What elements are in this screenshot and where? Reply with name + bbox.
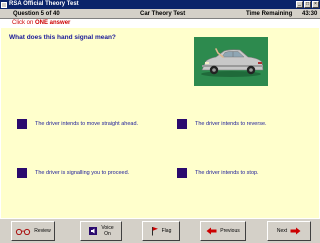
answer-checkbox[interactable] bbox=[177, 119, 187, 129]
answer-option-1[interactable]: The driver intends to move straight ahea… bbox=[17, 119, 138, 129]
flag-label: Flag bbox=[161, 228, 172, 234]
glasses-icon bbox=[15, 228, 31, 235]
voice-label-line2: On bbox=[104, 231, 111, 237]
bottom-toolbar: Review Voice On Flag Previous Next bbox=[0, 218, 320, 243]
question-panel: What does this hand signal mean? The dri… bbox=[1, 28, 319, 218]
answer-option-3[interactable]: The driver is signalling you to proceed. bbox=[17, 168, 129, 178]
voice-on-button[interactable]: Voice On bbox=[80, 221, 122, 241]
answer-option-4[interactable]: The driver intends to stop. bbox=[177, 168, 259, 178]
time-remaining-value: 43:30 bbox=[302, 11, 318, 17]
instruction: Click on ONE answer bbox=[12, 20, 70, 26]
answer-text: The driver intends to reverse. bbox=[195, 121, 267, 127]
instruction-prefix: Click on bbox=[12, 20, 36, 26]
speaker-icon bbox=[88, 226, 98, 236]
title-bar: RSA Official Theory Test _ □ × bbox=[0, 0, 320, 9]
answer-checkbox[interactable] bbox=[17, 119, 27, 129]
window-controls: _ □ × bbox=[296, 1, 319, 8]
answer-option-2[interactable]: The driver intends to reverse. bbox=[177, 119, 267, 129]
window-title: RSA Official Theory Test bbox=[9, 1, 79, 7]
arrow-right-icon bbox=[290, 227, 301, 235]
previous-button[interactable]: Previous bbox=[200, 221, 246, 241]
car-hand-signal-image bbox=[194, 37, 268, 86]
review-button[interactable]: Review bbox=[11, 221, 55, 241]
next-button[interactable]: Next bbox=[267, 221, 311, 241]
next-label: Next bbox=[276, 228, 288, 234]
review-label: Review bbox=[34, 228, 51, 234]
answer-text: The driver intends to stop. bbox=[195, 170, 259, 176]
arrow-left-icon bbox=[206, 227, 217, 235]
answer-checkbox[interactable] bbox=[17, 168, 27, 178]
question-picture bbox=[194, 37, 268, 86]
answer-text: The driver is signalling you to proceed. bbox=[35, 170, 130, 176]
time-remaining-label: Time Remaining bbox=[246, 11, 293, 17]
answer-text: The driver intends to move straight ahea… bbox=[35, 121, 139, 127]
maximize-button[interactable]: □ bbox=[304, 1, 311, 8]
test-header: Question 5 of 40 Car Theory Test Time Re… bbox=[0, 9, 320, 19]
voice-label: Voice On bbox=[101, 225, 113, 237]
question-counter: Question 5 of 40 bbox=[13, 11, 60, 17]
question-text: What does this hand signal mean? bbox=[9, 34, 116, 41]
minimize-button[interactable]: _ bbox=[296, 1, 303, 8]
answer-checkbox[interactable] bbox=[177, 168, 187, 178]
flag-icon bbox=[151, 226, 159, 236]
flag-button[interactable]: Flag bbox=[142, 221, 180, 241]
close-button[interactable]: × bbox=[312, 1, 319, 8]
instruction-emphasis: ONE answer bbox=[35, 20, 71, 26]
previous-label: Previous bbox=[220, 228, 240, 234]
app-icon bbox=[1, 1, 7, 8]
test-name: Car Theory Test bbox=[140, 11, 186, 17]
